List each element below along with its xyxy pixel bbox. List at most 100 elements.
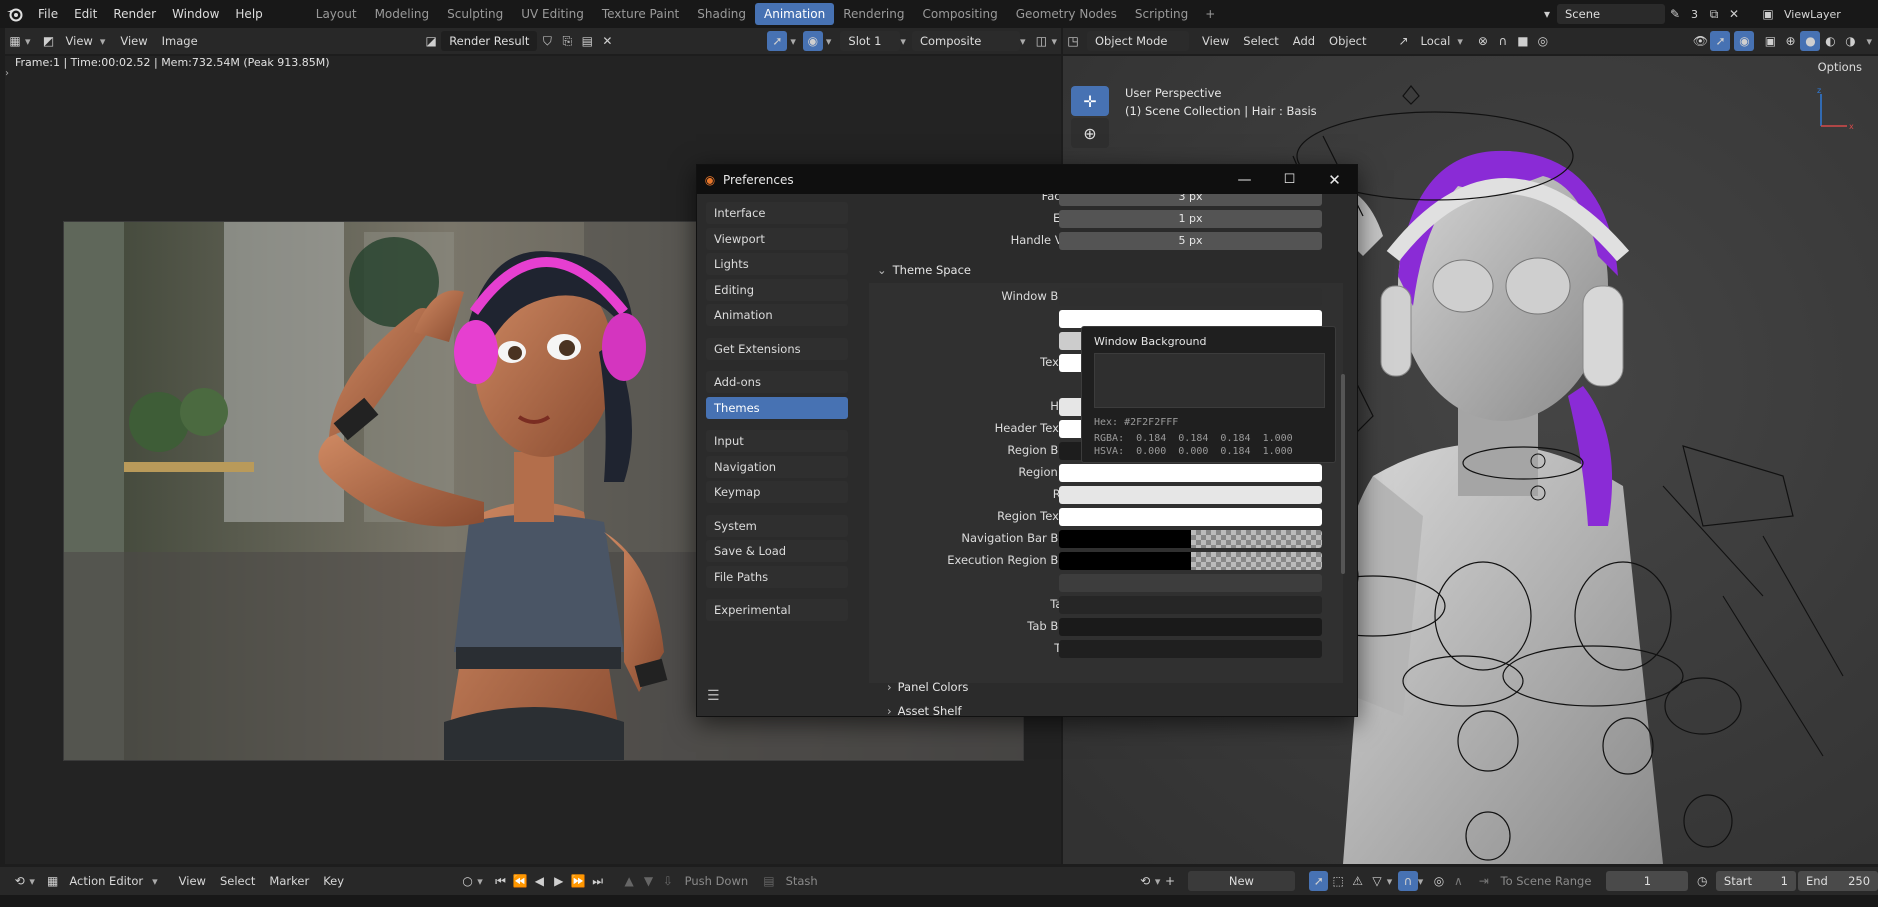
setting-value-field[interactable]: 5 px (1059, 232, 1322, 250)
play-icon[interactable]: ▶ (549, 871, 568, 891)
minimize-icon[interactable]: — (1222, 172, 1267, 188)
delete-scene-icon[interactable]: ✕ (1724, 4, 1744, 24)
push-down-icon[interactable]: ⇩ (658, 871, 677, 891)
tab-compositing[interactable]: Compositing (913, 3, 1006, 25)
menu-image[interactable]: Image (155, 34, 205, 48)
down-arrow-icon[interactable]: ▼ (639, 871, 658, 891)
slot-dropdown[interactable]: Slot 1 (840, 31, 901, 51)
image-name-field[interactable]: Render Result (441, 31, 538, 51)
setting-value-field[interactable]: 1 px (1059, 210, 1322, 228)
menu-marker[interactable]: Marker (262, 874, 316, 888)
tab-texture-paint[interactable]: Texture Paint (593, 3, 688, 25)
up-arrow-icon[interactable]: ▲ (619, 871, 638, 891)
add-workspace-button[interactable]: + (1197, 0, 1223, 28)
sidebar-item-experimental[interactable]: Experimental (706, 599, 848, 621)
menu-render[interactable]: Render (105, 0, 164, 28)
view-mode-icon[interactable]: ◩ (39, 31, 59, 51)
start-frame-field[interactable]: Start 1 (1715, 871, 1796, 891)
color-swatch[interactable] (1059, 530, 1322, 548)
fake-user-icon[interactable]: ⛉ (537, 31, 557, 51)
visibility-icon[interactable]: 👁 (1690, 31, 1710, 51)
material-shading-icon[interactable]: ◐ (1820, 31, 1840, 51)
stash-button[interactable]: Stash (779, 874, 825, 888)
timeline-editor-type-icon[interactable]: ⟲ (10, 871, 29, 891)
blender-logo-icon[interactable] (0, 6, 30, 22)
jump-end-icon[interactable]: ⏭ (588, 871, 607, 891)
gizmo-icon[interactable]: ➚ (1710, 31, 1731, 51)
collapse-arrow-icon[interactable]: › (5, 68, 9, 79)
sidebar-item-save-load[interactable]: Save & Load (706, 540, 848, 562)
rendered-shading-icon[interactable]: ◑ (1840, 31, 1860, 51)
viewport-editor-type-icon[interactable]: ◳ (1063, 31, 1083, 51)
view-layer-name[interactable]: ViewLayer (1778, 8, 1878, 21)
box-select-icon[interactable]: ⬚ (1328, 871, 1347, 891)
sidebar-item-lights[interactable]: Lights (706, 253, 848, 275)
sidebar-item-add-ons[interactable]: Add-ons (706, 371, 848, 393)
menu-help[interactable]: Help (227, 0, 270, 28)
move-tool-button[interactable]: ✛ (1071, 86, 1109, 116)
close-icon[interactable]: ✕ (1312, 171, 1357, 189)
sidebar-item-viewport[interactable]: Viewport (706, 227, 848, 250)
sidebar-item-file-paths[interactable]: File Paths (706, 565, 848, 588)
color-swatch[interactable] (1059, 596, 1322, 614)
end-frame-field[interactable]: End 250 (1797, 871, 1878, 891)
xray-icon[interactable]: ▣ (1760, 31, 1780, 51)
tab-rendering[interactable]: Rendering (834, 3, 913, 25)
sidebar-item-editing[interactable]: Editing (706, 278, 848, 301)
snap-toggle-icon[interactable]: ∩ (1398, 871, 1418, 891)
color-swatch[interactable] (1059, 464, 1322, 482)
tab-uv-editing[interactable]: UV Editing (512, 3, 593, 25)
snap-target-icon[interactable]: ■ (1513, 31, 1533, 51)
menu-edit[interactable]: Edit (66, 0, 105, 28)
copy-scene-icon[interactable]: ⧉ (1704, 4, 1724, 24)
proportional-icon[interactable]: ◎ (1429, 871, 1448, 891)
axis-gizmo-icon[interactable]: z x (1803, 86, 1863, 136)
solid-shading-icon[interactable]: ● (1800, 31, 1821, 51)
select-tool-icon[interactable]: ➚ (1309, 871, 1329, 891)
current-frame-field[interactable]: 1 (1606, 871, 1689, 891)
asset-shelf-section-header[interactable]: › Asset Shelf (887, 704, 962, 716)
transform-orientation-dropdown[interactable]: Local (1414, 34, 1458, 48)
display-channels-icon[interactable]: ◉ (802, 31, 823, 51)
scene-icon[interactable]: ▾ (1537, 4, 1557, 24)
image-browse-icon[interactable]: ◪ (421, 31, 441, 51)
sidebar-item-keymap[interactable]: Keymap (706, 481, 848, 503)
theme-space-section-header[interactable]: ⌄ Theme Space (877, 263, 971, 277)
tab-geometry-nodes[interactable]: Geometry Nodes (1007, 3, 1126, 25)
proportional-edit-icon[interactable]: ◎ (1533, 31, 1553, 51)
menu-key[interactable]: Key (316, 874, 351, 888)
menu-view[interactable]: View (1195, 34, 1236, 48)
color-swatch[interactable] (1059, 508, 1322, 526)
color-swatch[interactable] (1059, 552, 1322, 570)
menu-file[interactable]: File (30, 0, 66, 28)
jump-key-back-icon[interactable]: ⏪ (510, 871, 529, 891)
clock-icon[interactable]: ◷ (1692, 871, 1711, 891)
view-layer-icon[interactable]: ▣ (1758, 4, 1778, 24)
pin-icon[interactable]: ✎ (1665, 4, 1685, 24)
transform-orientation-icon[interactable]: ↗ (1394, 31, 1414, 51)
menu-select[interactable]: Select (1236, 34, 1285, 48)
unlink-image-icon[interactable]: ✕ (597, 31, 617, 51)
action-editor-dropdown[interactable]: Action Editor (62, 874, 152, 888)
color-swatch[interactable] (1059, 288, 1322, 306)
action-editor-icon[interactable]: ▦ (43, 871, 62, 891)
color-swatch[interactable] (1059, 574, 1322, 592)
tab-layout[interactable]: Layout (307, 3, 366, 25)
action-browse-icon[interactable]: ⟲ (1135, 871, 1154, 891)
menu-select[interactable]: Select (213, 874, 262, 888)
sidebar-item-themes[interactable]: Themes (706, 396, 848, 419)
tab-shading[interactable]: Shading (688, 3, 755, 25)
warning-icon[interactable]: ⚠ (1348, 871, 1367, 891)
hamburger-menu-icon[interactable]: ☰ (707, 688, 720, 704)
render-pass-dropdown[interactable]: Composite (911, 31, 1020, 51)
new-image-icon[interactable]: ⎘ (557, 31, 577, 51)
sidebar-item-input[interactable]: Input (706, 430, 848, 452)
menu-view[interactable]: View (113, 34, 154, 48)
stash-icon[interactable]: ▤ (759, 871, 778, 891)
jump-key-forward-icon[interactable]: ⏩ (569, 871, 588, 891)
menu-add[interactable]: Add (1286, 34, 1322, 48)
new-action-button[interactable]: New (1187, 871, 1296, 891)
pivot-point-icon[interactable]: ⊗ (1473, 31, 1493, 51)
image-view-options-icon[interactable]: ◫ (1031, 31, 1051, 51)
menu-view[interactable]: View (172, 874, 213, 888)
